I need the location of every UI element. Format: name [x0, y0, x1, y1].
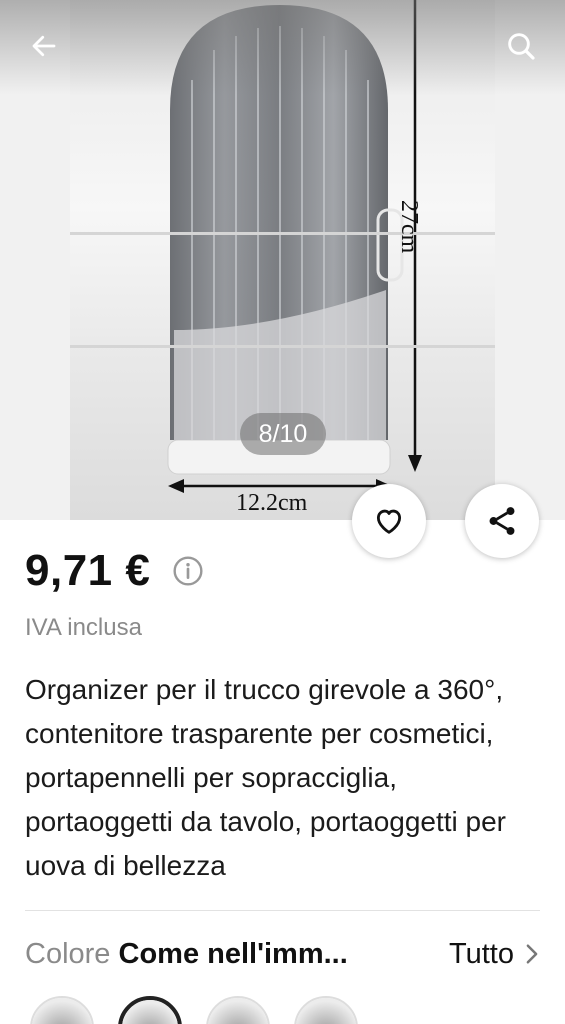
shelf-line: [70, 345, 495, 348]
heart-icon: [376, 509, 402, 534]
color-selector-row[interactable]: Colore Come nell'imm... Tutto: [25, 930, 540, 978]
color-thumbnail-selected[interactable]: [118, 996, 182, 1024]
image-counter: 8/10: [240, 413, 326, 455]
dimension-width-label: 12.2cm: [236, 490, 308, 516]
color-thumbnail[interactable]: [206, 996, 270, 1024]
thumbnail-image: [208, 998, 268, 1024]
back-button[interactable]: [24, 26, 64, 66]
divider: [25, 910, 540, 911]
view-all-colors-link[interactable]: Tutto: [449, 938, 540, 971]
product-image-gallery[interactable]: 27cm 12.2cm 8/10: [0, 0, 565, 520]
vat-note: IVA inclusa: [25, 614, 142, 641]
chevron-right-icon: [526, 944, 538, 964]
color-thumbnails: [30, 996, 358, 1024]
product-price: 9,71 €: [25, 546, 151, 595]
info-icon[interactable]: [172, 555, 204, 587]
wishlist-button[interactable]: [352, 484, 426, 558]
color-value: Come nell'imm...: [118, 937, 348, 970]
color-thumbnail[interactable]: [30, 996, 94, 1024]
view-all-label: Tutto: [448, 937, 514, 970]
thumbnail-image: [122, 1000, 178, 1024]
price-row: 9,71 €: [25, 546, 204, 596]
color-summary: Colore Come nell'imm...: [25, 938, 348, 971]
color-thumbnail[interactable]: [294, 996, 358, 1024]
color-label: Colore: [25, 937, 111, 970]
share-icon: [489, 507, 515, 535]
search-icon: [508, 33, 535, 60]
shelf-line: [70, 232, 495, 235]
search-button[interactable]: [501, 26, 541, 66]
dimension-height-label: 27cm: [396, 200, 422, 254]
thumbnail-image: [32, 998, 92, 1024]
product-title: Organizer per il trucco girevole a 360°,…: [25, 674, 507, 881]
thumbnail-image: [296, 998, 356, 1024]
share-button[interactable]: [465, 484, 539, 558]
arrow-left-icon: [32, 35, 56, 57]
top-gradient-overlay: [0, 0, 565, 95]
